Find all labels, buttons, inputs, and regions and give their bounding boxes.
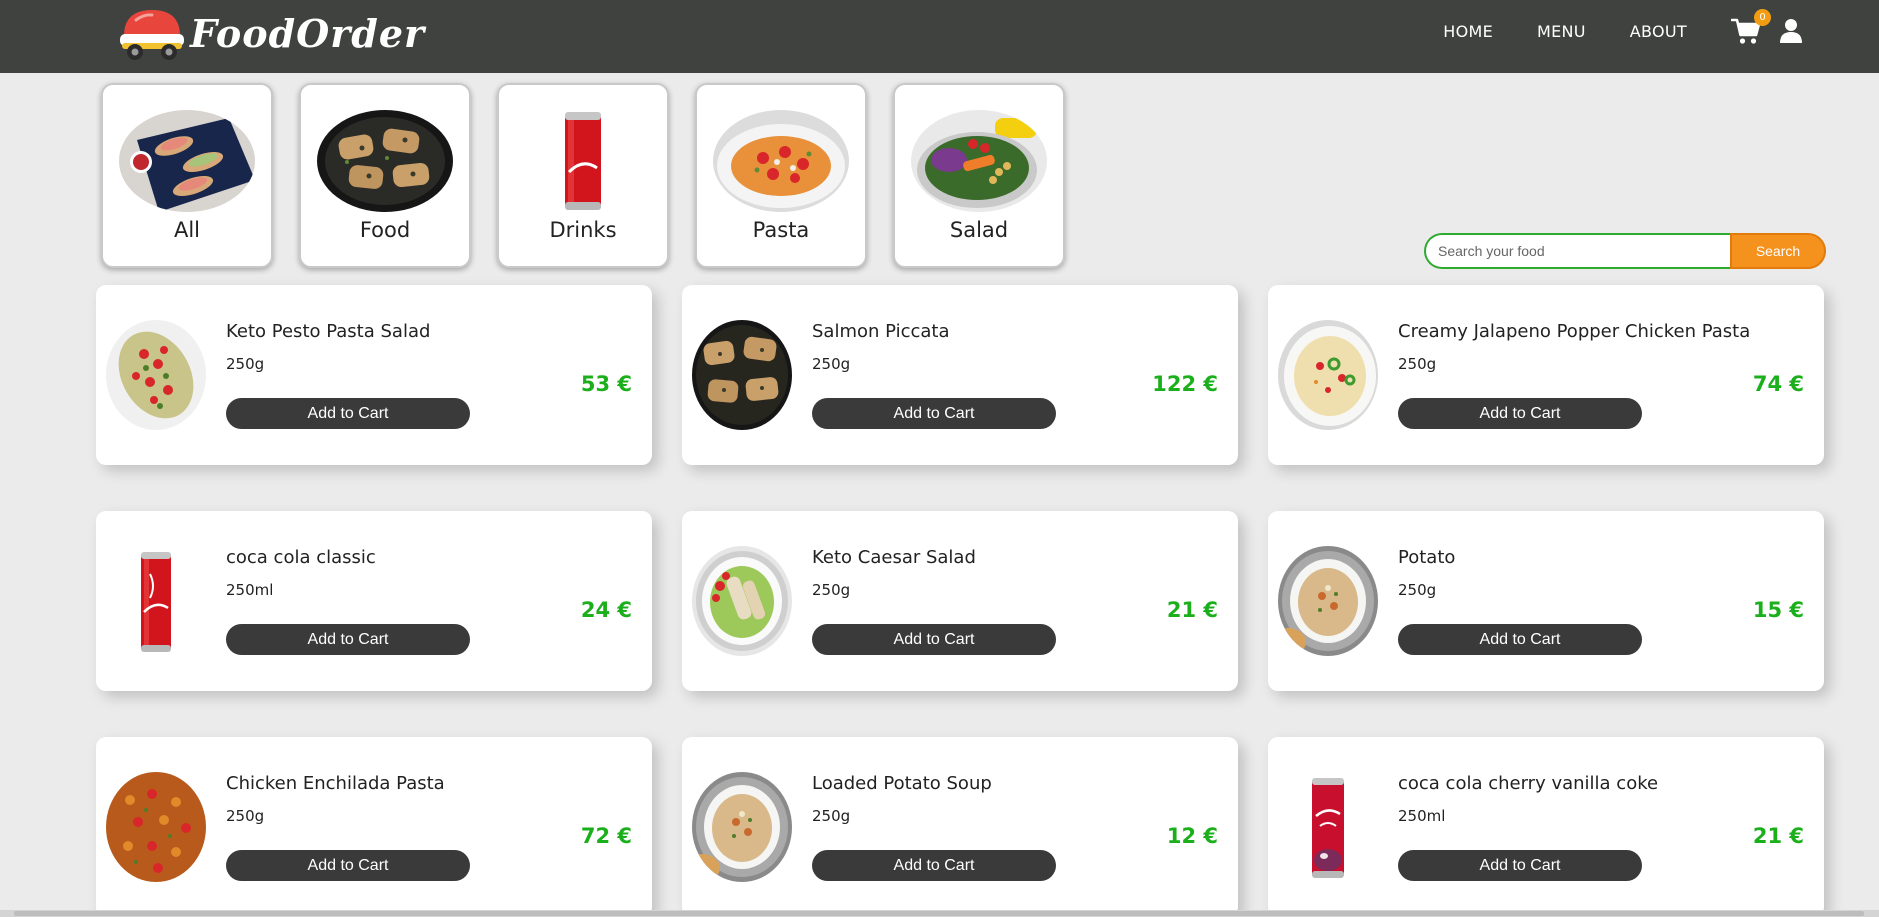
category-all-card[interactable]: All — [101, 83, 273, 268]
add-to-cart-button[interactable]: Add to Cart — [1398, 398, 1642, 429]
salmon-pan-image — [692, 320, 792, 430]
category-label: Drinks — [549, 218, 617, 242]
product-weight: 250g — [812, 355, 851, 373]
nav-menu-link[interactable]: MENU — [1537, 22, 1586, 41]
product-card: Chicken Enchilada Pasta 250g Add to Cart… — [96, 737, 652, 917]
add-to-cart-button[interactable]: Add to Cart — [1398, 624, 1642, 655]
top-navbar: FoodOrder HOME MENU ABOUT 0 — [0, 0, 1879, 73]
add-to-cart-button[interactable]: Add to Cart — [812, 398, 1056, 429]
product-name: Keto Pesto Pasta Salad — [226, 321, 431, 342]
enchilada-pasta-image — [106, 772, 206, 882]
food-car-logo-icon — [120, 10, 184, 60]
product-price: 15 € — [1752, 598, 1804, 622]
cart-count-badge: 0 — [1754, 9, 1771, 26]
category-label: Pasta — [752, 218, 810, 242]
product-weight: 250g — [226, 355, 265, 373]
cart-button[interactable]: 0 — [1730, 9, 1771, 46]
search-button[interactable]: Search — [1730, 233, 1826, 269]
product-price: 74 € — [1752, 372, 1804, 396]
creamy-pasta-image — [1278, 320, 1378, 430]
product-card: coca cola cherry vanilla coke 250ml Add … — [1268, 737, 1824, 917]
product-name: coca cola classic — [226, 547, 376, 568]
product-name: Creamy Jalapeno Popper Chicken Pasta — [1398, 321, 1751, 342]
appetizer-platter-image — [119, 110, 255, 212]
coca-cola-can-image — [565, 112, 601, 210]
nav-links: HOME MENU ABOUT 0 — [1443, 0, 1879, 62]
add-to-cart-button[interactable]: Add to Cart — [812, 850, 1056, 881]
search-bar: Search — [1424, 233, 1826, 269]
product-card: Potato 250g Add to Cart 15 € — [1268, 511, 1824, 691]
salmon-pan-image — [317, 110, 453, 212]
category-filter: All Food Drinks Pasta Salad — [101, 83, 1091, 268]
nav-about-link[interactable]: ABOUT — [1630, 22, 1687, 41]
product-card: Creamy Jalapeno Popper Chicken Pasta 250… — [1268, 285, 1824, 465]
scrollbar-thumb[interactable] — [14, 911, 1864, 916]
salad-bowl-image — [911, 110, 1047, 212]
product-price: 72 € — [580, 824, 632, 848]
product-card: Keto Pesto Pasta Salad 250g Add to Cart … — [96, 285, 652, 465]
brand-logo[interactable]: FoodOrder — [118, 6, 425, 62]
search-input[interactable] — [1424, 233, 1730, 269]
product-name: Keto Caesar Salad — [812, 547, 976, 568]
product-weight: 250g — [1398, 355, 1437, 373]
product-name: Loaded Potato Soup — [812, 773, 992, 794]
nav-home-link[interactable]: HOME — [1443, 22, 1493, 41]
product-price: 53 € — [580, 372, 632, 396]
product-weight: 250g — [226, 807, 265, 825]
product-weight: 250ml — [226, 581, 274, 599]
potato-soup-image — [692, 772, 792, 882]
horizontal-scrollbar[interactable] — [0, 910, 1879, 917]
category-label: Salad — [949, 218, 1009, 242]
pasta-bowl-image — [713, 110, 849, 212]
product-weight: 250g — [1398, 581, 1437, 599]
category-salad-card[interactable]: Salad — [893, 83, 1065, 268]
category-label: All — [173, 218, 201, 242]
product-name: Potato — [1398, 547, 1456, 568]
product-card: Loaded Potato Soup 250g Add to Cart 12 € — [682, 737, 1238, 917]
product-price: 24 € — [580, 598, 632, 622]
brand-name: FoodOrder — [190, 11, 426, 56]
product-name: Chicken Enchilada Pasta — [226, 773, 445, 794]
cherry-vanilla-coke-can-image — [1312, 778, 1344, 878]
product-card: Salmon Piccata 250g Add to Cart 122 € — [682, 285, 1238, 465]
coca-cola-can-image — [141, 552, 171, 652]
category-label: Food — [359, 218, 411, 242]
add-to-cart-button[interactable]: Add to Cart — [1398, 850, 1642, 881]
pesto-pasta-salad-image — [106, 320, 206, 430]
product-name: coca cola cherry vanilla coke — [1398, 773, 1659, 794]
product-card: coca cola classic 250ml Add to Cart 24 € — [96, 511, 652, 691]
product-weight: 250g — [812, 581, 851, 599]
product-price: 12 € — [1166, 824, 1218, 848]
category-pasta-card[interactable]: Pasta — [695, 83, 867, 268]
potato-soup-image — [1278, 546, 1378, 656]
add-to-cart-button[interactable]: Add to Cart — [226, 398, 470, 429]
caesar-salad-image — [692, 546, 792, 656]
category-food-card[interactable]: Food — [299, 83, 471, 268]
product-card: Keto Caesar Salad 250g Add to Cart 21 € — [682, 511, 1238, 691]
user-account-icon[interactable] — [1779, 18, 1803, 44]
add-to-cart-button[interactable]: Add to Cart — [226, 624, 470, 655]
product-grid: Keto Pesto Pasta Salad 250g Add to Cart … — [96, 285, 1824, 917]
product-price: 122 € — [1152, 372, 1218, 396]
add-to-cart-button[interactable]: Add to Cart — [812, 624, 1056, 655]
product-name: Salmon Piccata — [812, 321, 950, 342]
product-weight: 250g — [812, 807, 851, 825]
product-weight: 250ml — [1398, 807, 1446, 825]
product-price: 21 € — [1166, 598, 1218, 622]
add-to-cart-button[interactable]: Add to Cart — [226, 850, 470, 881]
category-drinks-card[interactable]: Drinks — [497, 83, 669, 268]
product-price: 21 € — [1752, 824, 1804, 848]
